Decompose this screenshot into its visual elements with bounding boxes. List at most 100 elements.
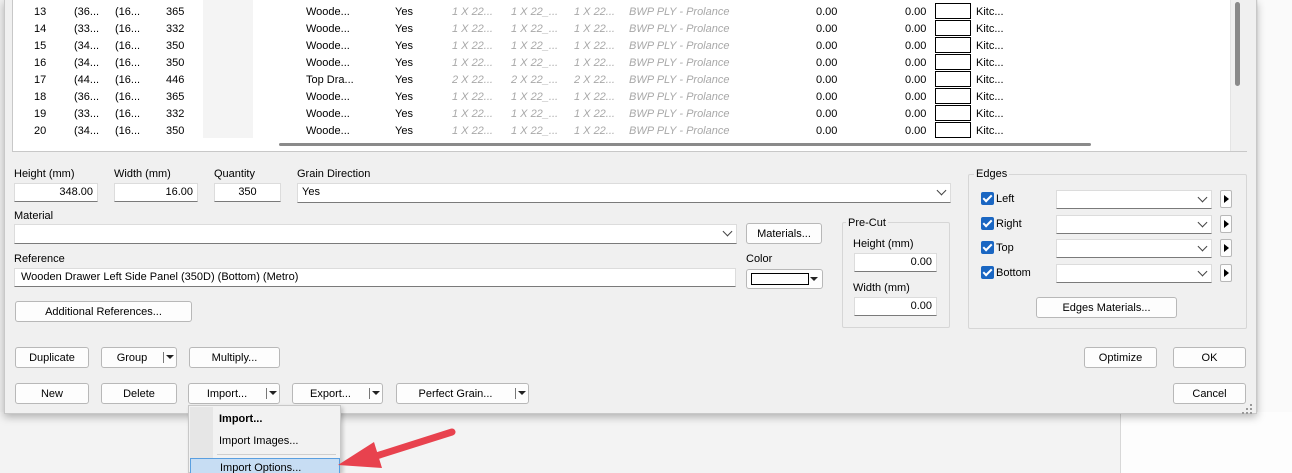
grid-cell-c2: (16...	[115, 23, 141, 35]
menu-item-import-images[interactable]: Import Images...	[219, 435, 298, 447]
reference-input[interactable]: Wooden Drawer Left Side Panel (350D) (Bo…	[14, 268, 736, 287]
grid-cell-e2: 1 X 22_...	[511, 40, 559, 52]
grid-cell-e1: 1 X 22...	[452, 6, 493, 18]
table-row[interactable]: 14 (33... (16... 332 Woode... Yes 1 X 22... 1 X…	[12, 20, 1217, 37]
grid-cell-grain: Yes	[395, 125, 413, 137]
color-swatch	[751, 273, 809, 285]
resize-grip[interactable]	[1242, 404, 1252, 414]
cancel-button[interactable]: Cancel	[1173, 383, 1246, 404]
grain-direction-select[interactable]: Yes	[297, 183, 951, 203]
perfect-grain-button-label[interactable]: Perfect Grain...	[397, 384, 514, 403]
edge-material-select[interactable]	[1056, 263, 1212, 283]
grid-cell-qty: 350	[166, 57, 185, 69]
table-row[interactable]: 15 (34... (16... 350 Woode... Yes 1 X 22... 1 X…	[12, 37, 1217, 54]
grid-horizontal-scroll-thumb[interactable]	[279, 143, 1091, 146]
delete-button[interactable]: Delete	[101, 383, 177, 404]
edge-checkbox-2[interactable]	[981, 241, 994, 254]
dropdown-arrow-icon[interactable]	[372, 391, 380, 395]
grid-cell-v2: 0.00	[905, 108, 927, 120]
edge-label: Right	[996, 217, 1022, 230]
height-input[interactable]: 348.00	[14, 183, 98, 202]
grid-cell-v1: 0.00	[816, 108, 838, 120]
new-button[interactable]: New	[15, 383, 89, 404]
edge-checkbox-1[interactable]	[981, 216, 994, 230]
play-arrow-icon[interactable]	[1220, 263, 1232, 282]
grid-cell-qty: 365	[166, 6, 185, 18]
materials-button[interactable]: Materials...	[746, 223, 822, 244]
precut-height-label: Height (mm)	[853, 238, 914, 250]
precut-width-label: Width (mm)	[853, 282, 910, 294]
grid-cell-qty: 350	[166, 125, 185, 137]
import-dropdown-menu: Import... Import Images... Import Option…	[188, 405, 341, 473]
import-split-button[interactable]: Import...	[188, 383, 280, 404]
width-label: Width (mm)	[114, 168, 171, 180]
precut-height-input[interactable]: 0.00	[854, 253, 937, 272]
table-row[interactable]: 16 (34... (16... 350 Woode... Yes 1 X 22... 1 X…	[12, 54, 1217, 71]
additional-references-button[interactable]: Additional References...	[15, 301, 192, 322]
import-button-label[interactable]: Import...	[189, 384, 265, 403]
edge-checkbox-0[interactable]	[981, 192, 994, 205]
grid-cell-qty: 332	[166, 108, 185, 120]
play-arrow-icon[interactable]	[1220, 239, 1232, 257]
grid-cell-v2: 0.00	[905, 74, 927, 86]
chevron-down-icon	[1197, 241, 1208, 252]
dropdown-arrow-icon[interactable]	[269, 391, 277, 395]
duplicate-button[interactable]: Duplicate	[15, 347, 89, 368]
play-arrow-icon[interactable]	[1220, 214, 1232, 233]
dropdown-arrow-icon[interactable]	[518, 391, 526, 395]
ok-button[interactable]: OK	[1173, 347, 1246, 368]
grid-cell-c2: (16...	[115, 57, 141, 69]
grid-cell-no: 13	[34, 6, 47, 18]
group-split-button[interactable]: Group	[101, 347, 177, 368]
precut-width-input[interactable]: 0.00	[854, 297, 937, 316]
table-row[interactable]: 13 (36... (16... 365 Woode... Yes 1 X 22... 1 X…	[12, 3, 1217, 20]
dropdown-arrow-icon[interactable]	[166, 355, 174, 359]
grid-cell-mat: BWP PLY - Prolance	[629, 57, 730, 69]
edge-checkbox-3[interactable]	[981, 265, 994, 279]
width-input[interactable]: 16.00	[114, 183, 198, 202]
grid-cell-grain: Yes	[395, 108, 413, 120]
edge-material-select[interactable]	[1056, 190, 1212, 209]
edge-label: Top	[996, 242, 1014, 254]
edge-material-select[interactable]	[1056, 239, 1212, 258]
multiply-button[interactable]: Multiply...	[189, 347, 280, 368]
color-picker[interactable]	[746, 269, 823, 289]
table-row[interactable]: 18 (36... (16... 365 Woode... Yes 1 X 22... 1 X…	[12, 88, 1217, 105]
grid-vertical-scroll-thumb[interactable]	[1235, 2, 1240, 86]
grid-cell-cat: Kitc...	[976, 74, 1004, 86]
table-row[interactable]: 19 (33... (16... 332 Woode... Yes 1 X 22... 1 X…	[12, 105, 1217, 122]
grid-cell-ref: Woode...	[306, 6, 350, 18]
edges-materials-button[interactable]: Edges Materials...	[1036, 297, 1177, 318]
export-split-button[interactable]: Export...	[292, 383, 383, 404]
grid-cell-e2: 1 X 22_...	[511, 6, 559, 18]
menu-item-import[interactable]: Import...	[219, 413, 262, 425]
material-select[interactable]	[14, 224, 737, 244]
grid-cell-mat: BWP PLY - Prolance	[629, 40, 730, 52]
perfect-grain-split-button[interactable]: Perfect Grain...	[396, 383, 529, 404]
export-button-label[interactable]: Export...	[293, 384, 368, 403]
grid-cell-mat: BWP PLY - Prolance	[629, 125, 730, 137]
grid-cell-e3: 1 X 22...	[574, 91, 615, 103]
grid-cell-no: 20	[34, 125, 47, 137]
grid-cell-v1: 0.00	[816, 57, 838, 69]
quantity-input[interactable]: 350	[214, 183, 281, 202]
menu-item-import-options[interactable]: Import Options...	[190, 458, 340, 473]
grid-cell-color-swatch	[935, 20, 971, 36]
grid-cell-e1: 2 X 22...	[452, 74, 493, 86]
edge-material-select[interactable]	[1056, 214, 1212, 234]
play-arrow-icon[interactable]	[1220, 190, 1232, 208]
grid-cell-ref: Woode...	[306, 23, 350, 35]
group-button-label[interactable]: Group	[102, 348, 162, 367]
table-row[interactable]: 20 (34... (16... 350 Woode... Yes 1 X 22... 1 X…	[12, 122, 1217, 139]
grid-cell-v1: 0.00	[816, 40, 838, 52]
grid-cell-ref: Woode...	[306, 57, 350, 69]
grid-cell-c1: (33...	[74, 108, 100, 120]
grain-direction-value: Yes	[302, 186, 320, 198]
grid-cell-ref: Woode...	[306, 40, 350, 52]
grid-cell-c2: (16...	[115, 125, 141, 137]
grid-cell-mat: BWP PLY - Prolance	[629, 74, 730, 86]
grid-cell-c1: (34...	[74, 57, 100, 69]
table-row[interactable]: 17 (44... (16... 446 Top Dra... Yes 2 X 22... 2…	[12, 71, 1217, 88]
grid-cell-color-swatch	[935, 3, 971, 19]
optimize-button[interactable]: Optimize	[1084, 347, 1157, 368]
